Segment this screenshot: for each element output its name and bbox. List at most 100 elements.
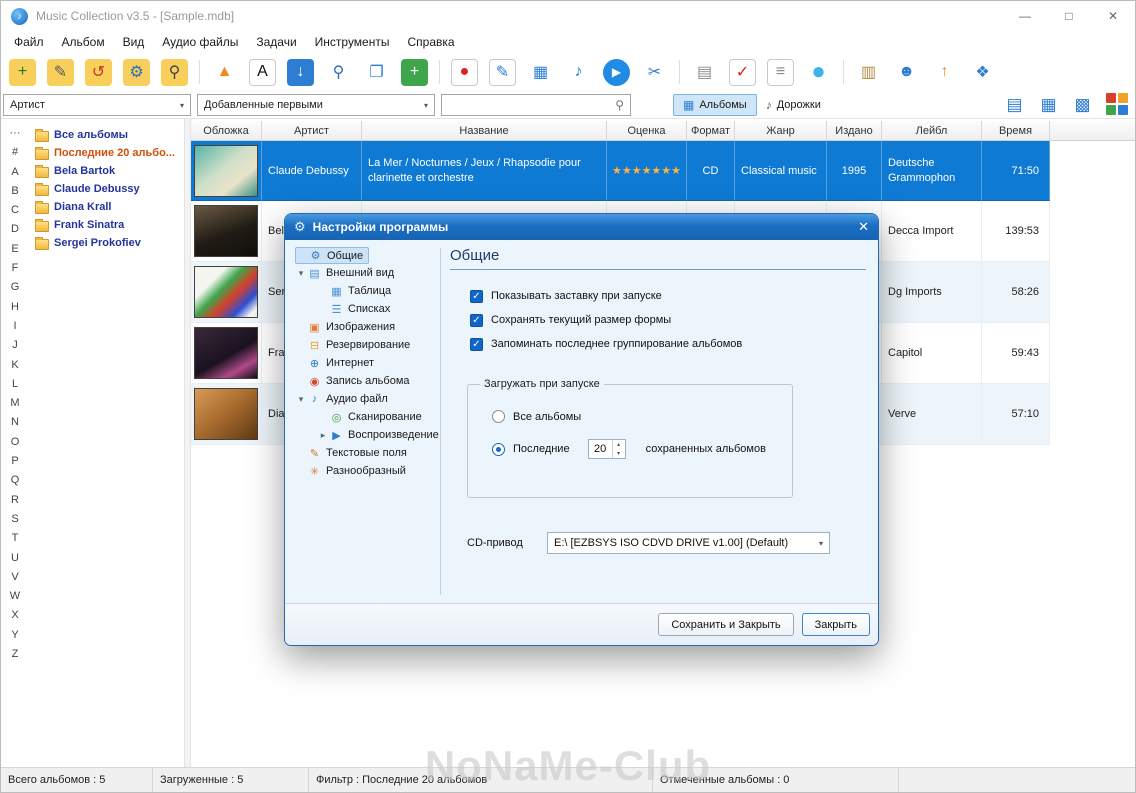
close-dialog-button[interactable]: Закрыть xyxy=(801,613,870,636)
radio-row-recent[interactable]: Последние 20 ▴ ▾ сохраненных альбомов xyxy=(492,439,782,459)
settings-tree-item[interactable]: ⊕ Интернет xyxy=(295,354,379,372)
close-button[interactable]: ✕ xyxy=(1091,1,1135,31)
menu-item[interactable]: Задачи xyxy=(247,35,305,49)
sort-dropdown[interactable]: Добавленные первыми ▾ xyxy=(197,94,435,116)
tree-item[interactable]: Bela Bartok xyxy=(29,162,183,180)
disc-icon[interactable]: ● xyxy=(805,58,832,86)
checkbox-row-splash[interactable]: ✓ Показывать заставку при запуске xyxy=(470,288,866,304)
view-grid-icon[interactable]: ▩ xyxy=(1070,93,1095,117)
maximize-button[interactable]: □ xyxy=(1047,1,1091,31)
column-header[interactable]: Жанр xyxy=(735,121,827,140)
text-tool-icon[interactable]: A xyxy=(249,58,276,86)
menu-item[interactable]: Альбом xyxy=(53,35,114,49)
settings-tree-item[interactable]: ✳ Разнообразный xyxy=(295,462,411,480)
tree-item[interactable]: Sergei Prokofiev xyxy=(29,234,183,252)
alphabet-item[interactable]: E xyxy=(1,240,29,259)
expand-arrow-icon[interactable]: ▾ xyxy=(295,268,307,279)
tasks-icon[interactable]: ✓ xyxy=(729,58,756,86)
alphabet-item[interactable]: D xyxy=(1,220,29,239)
import-icon[interactable]: ↓ xyxy=(287,58,314,86)
search-input[interactable] xyxy=(442,99,616,111)
spin-down-icon[interactable]: ▾ xyxy=(613,449,625,458)
settings-tree-item[interactable]: ▾ ▤ Внешний вид xyxy=(295,264,399,282)
alphabet-item[interactable]: M xyxy=(1,394,29,413)
column-header[interactable]: Формат xyxy=(687,121,735,140)
crossfade-icon[interactable]: ✂ xyxy=(641,59,668,86)
settings-tree-item[interactable]: ⚙ Общие xyxy=(295,247,370,264)
alphabet-item[interactable]: X xyxy=(1,606,29,625)
search-table-icon[interactable]: ▦ xyxy=(527,59,554,86)
settings-tree-item[interactable]: ✎ Текстовые поля xyxy=(295,444,412,462)
browse-folders-icon[interactable]: ❐ xyxy=(363,59,390,86)
settings-tree-item[interactable]: ▾ ♪ Аудио файл xyxy=(295,390,393,408)
column-header[interactable]: Оценка xyxy=(607,121,687,140)
alphabet-item[interactable]: S xyxy=(1,510,29,529)
settings-tree-item[interactable]: ▦ Таблица xyxy=(317,282,396,300)
find-album-icon[interactable]: ⚲ xyxy=(161,58,188,86)
column-header[interactable]: Время xyxy=(982,121,1050,140)
albums-count-spinner[interactable]: 20 ▴ ▾ xyxy=(587,439,626,459)
menu-item[interactable]: Инструменты xyxy=(306,35,399,49)
alphabet-item[interactable]: O xyxy=(1,433,29,452)
alphabet-item[interactable]: # xyxy=(1,143,29,162)
minimize-button[interactable]: — xyxy=(1003,1,1047,31)
dialog-close-button[interactable]: ✕ xyxy=(858,219,869,235)
menu-item[interactable]: Вид xyxy=(114,35,154,49)
add-row-icon[interactable]: + xyxy=(401,58,428,86)
radio-unchecked-icon[interactable] xyxy=(492,410,505,423)
settings-tree-item[interactable]: ◎ Сканирование xyxy=(317,408,427,426)
album-settings-icon[interactable]: ⚙ xyxy=(123,58,150,86)
menu-item[interactable]: Справка xyxy=(398,35,463,49)
user-icon[interactable]: ☻ xyxy=(893,59,920,86)
view-report-icon[interactable]: ▤ xyxy=(1002,93,1027,117)
record-icon[interactable]: ● xyxy=(451,58,478,86)
alphabet-item[interactable]: N xyxy=(1,413,29,432)
alphabet-item[interactable]: R xyxy=(1,491,29,510)
column-header[interactable]: Лейбл xyxy=(882,121,982,140)
settings-tree-item[interactable]: ◉ Запись альбома xyxy=(295,372,415,390)
search-icon[interactable]: ⚲ xyxy=(325,59,352,86)
eject-icon[interactable]: ▲ xyxy=(211,59,238,86)
alphabet-item[interactable]: Y xyxy=(1,626,29,645)
alphabet-item[interactable]: P xyxy=(1,452,29,471)
save-and-close-button[interactable]: Сохранить и Закрыть xyxy=(658,613,794,636)
column-header[interactable]: Издано xyxy=(827,121,882,140)
expand-arrow-icon[interactable]: ▸ xyxy=(317,430,329,441)
print-icon[interactable]: ▤ xyxy=(691,59,718,86)
tracks-toggle-button[interactable]: ♪ Дорожки xyxy=(757,94,830,116)
exit-icon[interactable]: ❖ xyxy=(969,59,996,86)
alphabet-item[interactable]: F xyxy=(1,259,29,278)
alphabet-item[interactable]: U xyxy=(1,549,29,568)
alphabet-item[interactable]: A xyxy=(1,163,29,182)
settings-tree-item[interactable]: ▣ Изображения xyxy=(295,318,400,336)
expand-arrow-icon[interactable]: ▾ xyxy=(295,394,307,405)
alphabet-item[interactable]: J xyxy=(1,336,29,355)
alphabet-item[interactable]: K xyxy=(1,356,29,375)
alphabet-item[interactable]: L xyxy=(1,375,29,394)
play-icon[interactable]: ▶ xyxy=(603,58,630,86)
checkbox-row-grouping[interactable]: ✓ Запоминать последнее группирование аль… xyxy=(470,336,866,352)
tree-item[interactable]: Claude Debussy xyxy=(29,180,183,198)
column-header[interactable]: Название xyxy=(362,121,607,140)
settings-tree-item[interactable]: ▸ ▶ Воспроизведение xyxy=(317,426,444,444)
alphabet-item[interactable]: C xyxy=(1,201,29,220)
report-icon[interactable]: ≡ xyxy=(767,58,794,86)
alphabet-item[interactable]: ··· xyxy=(1,124,29,143)
settings-tree-item[interactable]: ☰ Списках xyxy=(317,300,395,318)
cd-drive-dropdown[interactable]: E:\ [EZBSYS ISO CDVD DRIVE v1.00] (Defau… xyxy=(547,532,830,554)
tree-item[interactable]: Frank Sinatra xyxy=(29,216,183,234)
checkbox-checked-icon[interactable]: ✓ xyxy=(470,337,483,351)
checkbox-checked-icon[interactable]: ✓ xyxy=(470,289,483,303)
tree-item[interactable]: Diana Krall xyxy=(29,198,183,216)
radio-row-all-albums[interactable]: Все альбомы xyxy=(492,410,782,423)
alphabet-item[interactable]: H xyxy=(1,298,29,317)
alphabet-item[interactable]: B xyxy=(1,182,29,201)
alphabet-item[interactable]: G xyxy=(1,278,29,297)
column-header[interactable]: Обложка xyxy=(191,121,262,140)
add-album-icon[interactable]: + xyxy=(9,58,36,86)
settings-tree-item[interactable]: ⊟ Резервирование xyxy=(295,336,415,354)
radio-checked-icon[interactable] xyxy=(492,442,505,456)
view-tiles-icon[interactable] xyxy=(1104,93,1129,117)
tree-item[interactable]: Последние 20 альбо... xyxy=(29,144,183,162)
albums-toggle-button[interactable]: ▦ Альбомы xyxy=(673,94,757,116)
